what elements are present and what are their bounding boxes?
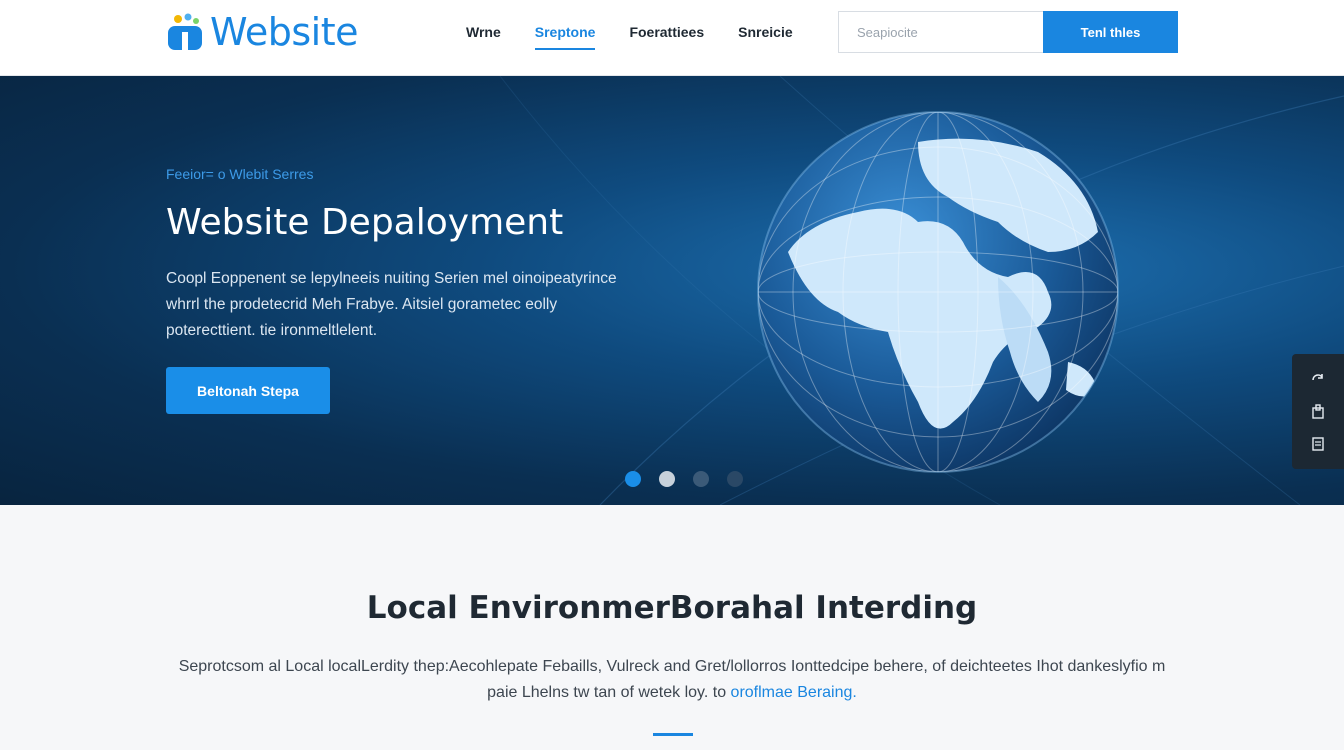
carousel-dot[interactable] bbox=[693, 471, 709, 487]
hero-description: Coopl Eoppenent se lepylneeis nuiting Se… bbox=[166, 270, 617, 339]
search-input[interactable] bbox=[838, 11, 1044, 53]
logo-icon bbox=[168, 13, 202, 50]
side-toolbar bbox=[1292, 354, 1344, 469]
globe-illustration bbox=[757, 111, 1119, 473]
hero-banner: Feeior= o Wlebit Serres Website Depaloym… bbox=[0, 76, 1344, 505]
nav-item-home[interactable]: Wrne bbox=[466, 20, 501, 50]
nav-item-features[interactable]: Foerattiees bbox=[629, 20, 704, 50]
logo-text: Website bbox=[210, 10, 358, 54]
section-description-text: Seprotcsom al Local localLerdity thep:Ae… bbox=[178, 658, 1166, 701]
save-icon[interactable] bbox=[1308, 402, 1328, 422]
logo[interactable]: Website bbox=[166, 10, 358, 54]
section-link[interactable]: oroflmae Beraing. bbox=[731, 684, 857, 701]
main-nav: Wrne Sreptone Foerattiees Snreicie bbox=[466, 20, 793, 50]
site-header: Website Wrne Sreptone Foerattiees Snreic… bbox=[0, 0, 1344, 76]
carousel-dot[interactable] bbox=[727, 471, 743, 487]
carousel-dot[interactable] bbox=[625, 471, 641, 487]
document-icon[interactable] bbox=[1308, 434, 1328, 454]
carousel-dot[interactable] bbox=[659, 471, 675, 487]
hero-eyebrow: Feeior= o Wlebit Serres bbox=[166, 166, 314, 182]
search-button[interactable]: Tenl thles bbox=[1043, 11, 1178, 53]
carousel-dots bbox=[625, 471, 743, 487]
nav-item-service[interactable]: Snreicie bbox=[738, 20, 792, 50]
hero-title: Website Depaloyment bbox=[166, 202, 564, 243]
section-title: Local EnvironmerBorahal Interding bbox=[366, 590, 978, 626]
section-divider bbox=[653, 733, 693, 736]
section-description: Seprotcsom al Local localLerdity thep:Ae… bbox=[170, 654, 1174, 706]
refresh-icon[interactable] bbox=[1308, 370, 1328, 390]
nav-item-services[interactable]: Sreptone bbox=[534, 20, 596, 50]
cta-button[interactable]: Beltonah Stepa bbox=[166, 367, 330, 414]
